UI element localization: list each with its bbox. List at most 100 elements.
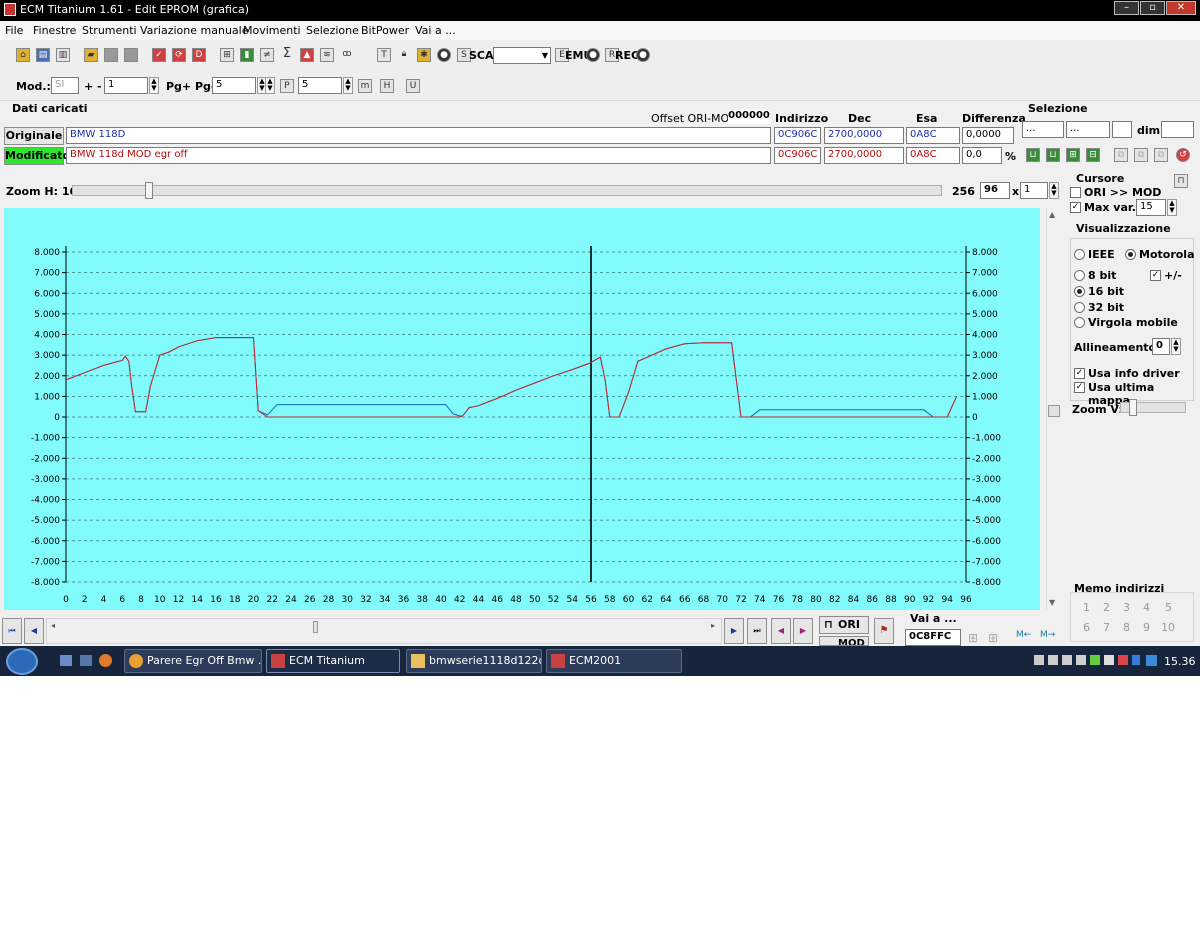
menu-strumenti[interactable]: Strumenti: [82, 24, 137, 37]
ori-button[interactable]: ⊓ ORI: [819, 616, 869, 634]
horizontal-scrollbar[interactable]: ◂ ▸: [46, 618, 722, 644]
original-name-field[interactable]: BMW 118D: [66, 127, 771, 144]
first-page-icon[interactable]: ⏮: [2, 618, 22, 644]
zoom-h-thumb[interactable]: [145, 182, 153, 199]
u-icon[interactable]: U: [406, 79, 420, 93]
grid-right-icon[interactable]: ⊞: [988, 631, 998, 645]
open-folder-icon[interactable]: ▰: [84, 48, 98, 62]
align-field[interactable]: 0: [1152, 338, 1170, 355]
select-all-icon[interactable]: ⊞: [1066, 148, 1080, 162]
modified-diff-field[interactable]: 0,0: [962, 147, 1002, 164]
padlock-icon[interactable]: ⊓: [1174, 174, 1188, 188]
step-field[interactable]: 1: [104, 77, 148, 94]
original-button[interactable]: Originale: [4, 127, 64, 145]
motorola-radio[interactable]: [1125, 249, 1136, 260]
start-button[interactable]: [6, 648, 38, 675]
scroll-right-icon[interactable]: ▸: [711, 621, 715, 630]
chip-icon[interactable]: ▮: [240, 48, 254, 62]
close-icon[interactable]: ✕: [1166, 1, 1196, 15]
zoom-value-field[interactable]: 96: [980, 182, 1010, 199]
driver-icon[interactable]: D: [192, 48, 206, 62]
undo-icon[interactable]: ↺: [1176, 148, 1190, 162]
use-last-map-checkbox[interactable]: ✓: [1074, 382, 1085, 393]
menu-finestre[interactable]: Finestre: [33, 24, 76, 37]
next-page-icon[interactable]: ▶: [724, 618, 744, 644]
calc-icon[interactable]: ⊞: [220, 48, 234, 62]
m-icon[interactable]: m: [358, 79, 372, 93]
tray-antivirus-icon[interactable]: [1090, 655, 1100, 665]
mod-button[interactable]: MOD: [819, 636, 869, 646]
task-parere-egr[interactable]: Parere Egr Off Bmw ...: [124, 649, 262, 673]
max-var-spinner[interactable]: ▲ ▼: [1167, 199, 1177, 216]
task-ecm-titanium[interactable]: ECM Titanium: [266, 649, 400, 673]
bluetooth-icon[interactable]: [1132, 655, 1140, 665]
select-left-icon[interactable]: ⊔: [1026, 148, 1040, 162]
float-radio[interactable]: [1074, 317, 1085, 328]
checksum-icon[interactable]: ✓: [152, 48, 166, 62]
paste-icon[interactable]: ⧉: [1134, 148, 1148, 162]
copy-icon[interactable]: ⧉: [1114, 148, 1128, 162]
memo-8[interactable]: 8: [1123, 621, 1130, 634]
zoom-mult-spinner[interactable]: ▲ ▼: [1049, 182, 1059, 199]
record-icon[interactable]: ●: [437, 48, 451, 62]
graph-vertical-scrollbar[interactable]: ▲ ▼: [1046, 208, 1061, 610]
color-icon[interactable]: ▲: [300, 48, 314, 62]
save-as-icon[interactable]: [124, 48, 138, 62]
rec-record-icon[interactable]: ●: [636, 48, 650, 62]
grid-left-icon[interactable]: ⊞: [968, 631, 978, 645]
zoom-mult-field[interactable]: 1: [1020, 182, 1048, 199]
select-right-icon[interactable]: ⊔: [1046, 148, 1060, 162]
task-ecm2001[interactable]: ECM2001: [546, 649, 682, 673]
lock-icon[interactable]: 🔒︎: [397, 48, 411, 62]
panel-icon[interactable]: ▥: [56, 48, 70, 62]
task-bmwserie[interactable]: bmwserie1118d122c...: [406, 649, 542, 673]
mark-left-icon[interactable]: M←: [1016, 630, 1031, 640]
switch-windows-icon[interactable]: [80, 655, 92, 666]
windows-icon[interactable]: ▤: [36, 48, 50, 62]
show-desktop-icon[interactable]: [60, 655, 72, 666]
prev-page-icon[interactable]: ◀: [24, 618, 44, 644]
memo-5[interactable]: 5: [1165, 601, 1172, 614]
use-driver-checkbox[interactable]: ✓: [1074, 368, 1085, 379]
scroll-up-icon[interactable]: ▲: [1049, 210, 1055, 219]
p-spinner[interactable]: ▲ ▼: [343, 77, 353, 94]
modified-address-field[interactable]: 0C906C: [774, 147, 821, 164]
memo-4[interactable]: 4: [1143, 601, 1150, 614]
mod-field[interactable]: SI: [51, 77, 79, 94]
memo-2[interactable]: 2: [1103, 601, 1110, 614]
sigma-icon[interactable]: Σ: [280, 47, 294, 62]
checksum-auto-icon[interactable]: ⟳: [172, 48, 186, 62]
tray-window-icon[interactable]: [1146, 655, 1157, 666]
memo-3[interactable]: 3: [1123, 601, 1130, 614]
goto-field[interactable]: 0C8FFC: [905, 629, 961, 646]
select-none-icon[interactable]: ⊟: [1086, 148, 1100, 162]
prev-diff-icon[interactable]: ◀: [771, 618, 791, 644]
binoculars-icon[interactable]: ꝏ: [340, 48, 354, 62]
map-graph[interactable]: 8.000 8.000 7.000 7.000 6.000 6.000 5.000 5.000…: [4, 208, 1040, 610]
scroll-left-icon[interactable]: ◂: [51, 621, 55, 630]
tray-sound-icon[interactable]: [1076, 655, 1086, 665]
next-diff-icon[interactable]: ▶: [793, 618, 813, 644]
selection-extra-field[interactable]: [1112, 121, 1132, 138]
bit16-radio[interactable]: [1074, 286, 1085, 297]
memo-10[interactable]: 10: [1161, 621, 1175, 634]
original-dec-field[interactable]: 2700,0000: [824, 127, 904, 144]
original-diff-field[interactable]: 0,0000: [962, 127, 1014, 144]
zoom-h-slider[interactable]: [72, 182, 942, 199]
pg-field[interactable]: 5: [212, 77, 256, 94]
signed-checkbox[interactable]: ✓: [1150, 270, 1161, 281]
pg-spinner-2[interactable]: ▲ ▼: [265, 77, 275, 94]
tray-display-icon[interactable]: [1062, 655, 1072, 665]
flag-icon[interactable]: ⚑: [874, 618, 894, 644]
tray-usb-icon[interactable]: [1104, 655, 1114, 665]
menu-movimenti[interactable]: Movimenti: [243, 24, 301, 37]
tray-alert-icon[interactable]: [1118, 655, 1128, 665]
modified-button[interactable]: Modificato: [4, 147, 70, 165]
tray-network-icon[interactable]: [1034, 655, 1044, 665]
paste-special-icon[interactable]: ⧉: [1154, 148, 1168, 162]
menu-bitpower[interactable]: BitPower: [361, 24, 409, 37]
mark-right-icon[interactable]: M→: [1040, 630, 1055, 640]
menu-file[interactable]: File: [5, 24, 23, 37]
align-spinner[interactable]: ▲ ▼: [1171, 338, 1181, 355]
home-icon[interactable]: ⌂: [16, 48, 30, 62]
